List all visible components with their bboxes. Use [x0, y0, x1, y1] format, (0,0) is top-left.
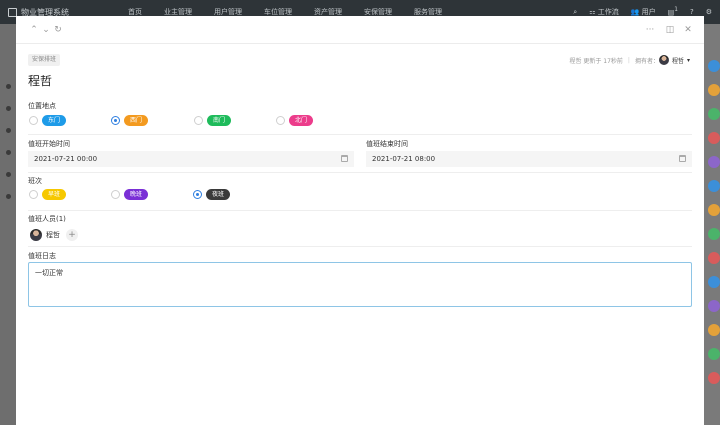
user-label: 用户	[641, 8, 656, 16]
avatar	[708, 84, 720, 96]
location-option-east[interactable]: 东门	[29, 115, 67, 126]
calendar-icon	[679, 155, 686, 162]
record-modal: ⌃ ⌄ ↻ ··· ◫ ✕ 安保排班 程哲 程哲 更新于 17秒前 | 拥有者：…	[16, 16, 704, 425]
panel-icon[interactable]: ◫	[664, 24, 676, 36]
divider	[28, 210, 692, 211]
avatar	[708, 180, 720, 192]
more-icon[interactable]: ···	[644, 24, 656, 36]
calendar-icon	[341, 155, 348, 162]
shift-option-evening[interactable]: 晚班	[111, 189, 149, 200]
meta-separator: |	[627, 56, 630, 64]
shift-option-morning[interactable]: 早班	[29, 189, 67, 200]
sidebar-icon	[6, 194, 11, 199]
avatar	[708, 252, 720, 264]
avatar	[708, 348, 720, 360]
radio-east[interactable]	[29, 116, 38, 125]
add-staff-button[interactable]: +	[66, 229, 78, 241]
owner-label: 拥有者：	[634, 57, 659, 65]
location-option-west[interactable]: 西门	[111, 115, 149, 126]
modal-toolbar: ⌃ ⌄ ↻ ··· ◫ ✕	[16, 16, 704, 44]
shift-option-night[interactable]: 夜班	[193, 189, 231, 200]
shift-pill-night: 夜班	[206, 189, 231, 200]
owner-name: 程哲	[671, 57, 684, 65]
sidebar-icon	[6, 106, 11, 111]
location-pill-north: 北门	[289, 115, 314, 126]
location-pill-east: 东门	[42, 115, 67, 126]
avatar	[708, 228, 720, 240]
staff-list: 程哲 +	[30, 229, 78, 241]
start-time-value: 2021-07-21 00:00	[34, 155, 98, 163]
caret-down-icon: ▾	[686, 56, 690, 64]
help-icon[interactable]: ?	[690, 8, 694, 16]
avatar	[708, 60, 720, 72]
shift-label: 班次	[28, 177, 42, 185]
avatar	[708, 204, 720, 216]
shift-pill-morning: 早班	[42, 189, 67, 200]
settings-icon[interactable]: ⚙	[706, 8, 712, 16]
radio-morning[interactable]	[29, 190, 38, 199]
avatar	[708, 372, 720, 384]
sidebar-icon	[6, 128, 11, 133]
notification-badge: 1	[674, 7, 678, 14]
divider	[28, 172, 692, 173]
radio-north[interactable]	[276, 116, 285, 125]
record-type-tag: 安保排班	[28, 54, 61, 66]
avatar	[658, 55, 669, 65]
log-label: 值班日志	[28, 252, 56, 260]
sidebar-icon	[6, 172, 11, 177]
app-sidebar	[0, 24, 16, 425]
end-time-field[interactable]: 2021-07-21 08:00	[366, 151, 692, 167]
shift-pill-evening: 晚班	[124, 189, 149, 200]
app-right-column	[704, 24, 720, 425]
end-time-label: 值班结束时间	[366, 140, 408, 148]
radio-west[interactable]	[111, 116, 120, 125]
end-time-value: 2021-07-21 08:00	[372, 155, 436, 163]
avatar	[708, 108, 720, 120]
avatar	[708, 156, 720, 168]
chevron-down-icon[interactable]: ⌄	[40, 24, 52, 36]
avatar	[708, 132, 720, 144]
staff-member[interactable]: 程哲	[46, 230, 60, 240]
location-pill-west: 西门	[124, 115, 149, 126]
sidebar-icon	[6, 84, 11, 89]
radio-evening[interactable]	[111, 190, 120, 199]
log-textarea[interactable]: 一切正常	[28, 262, 692, 307]
divider	[28, 134, 692, 135]
location-pill-south: 南门	[207, 115, 232, 126]
chevron-up-icon[interactable]: ⌃	[28, 24, 40, 36]
avatar	[708, 276, 720, 288]
start-time-label: 值班开始时间	[28, 140, 70, 148]
updated-text: 程哲 更新于 17秒前	[569, 57, 623, 65]
start-time-field[interactable]: 2021-07-21 00:00	[28, 151, 354, 167]
divider	[28, 246, 692, 247]
avatar	[30, 229, 42, 241]
location-label: 位置地点	[28, 102, 56, 110]
close-icon[interactable]: ✕	[682, 24, 694, 36]
record-meta: 程哲 更新于 17秒前 | 拥有者： 程哲 ▾	[569, 54, 690, 66]
location-option-north[interactable]: 北门	[276, 115, 314, 126]
sidebar-icon	[6, 150, 11, 155]
log-value: 一切正常	[35, 269, 63, 277]
staff-label: 值班人员(1)	[28, 215, 66, 223]
radio-night[interactable]	[193, 190, 202, 199]
refresh-icon[interactable]: ↻	[52, 24, 64, 36]
avatar	[708, 324, 720, 336]
radio-south[interactable]	[194, 116, 203, 125]
owner-select[interactable]: 程哲 ▾	[658, 55, 690, 65]
location-option-south[interactable]: 南门	[194, 115, 232, 126]
workspace-label: 工作流	[597, 8, 619, 16]
avatar	[708, 300, 720, 312]
page-title[interactable]: 程哲	[28, 72, 52, 89]
